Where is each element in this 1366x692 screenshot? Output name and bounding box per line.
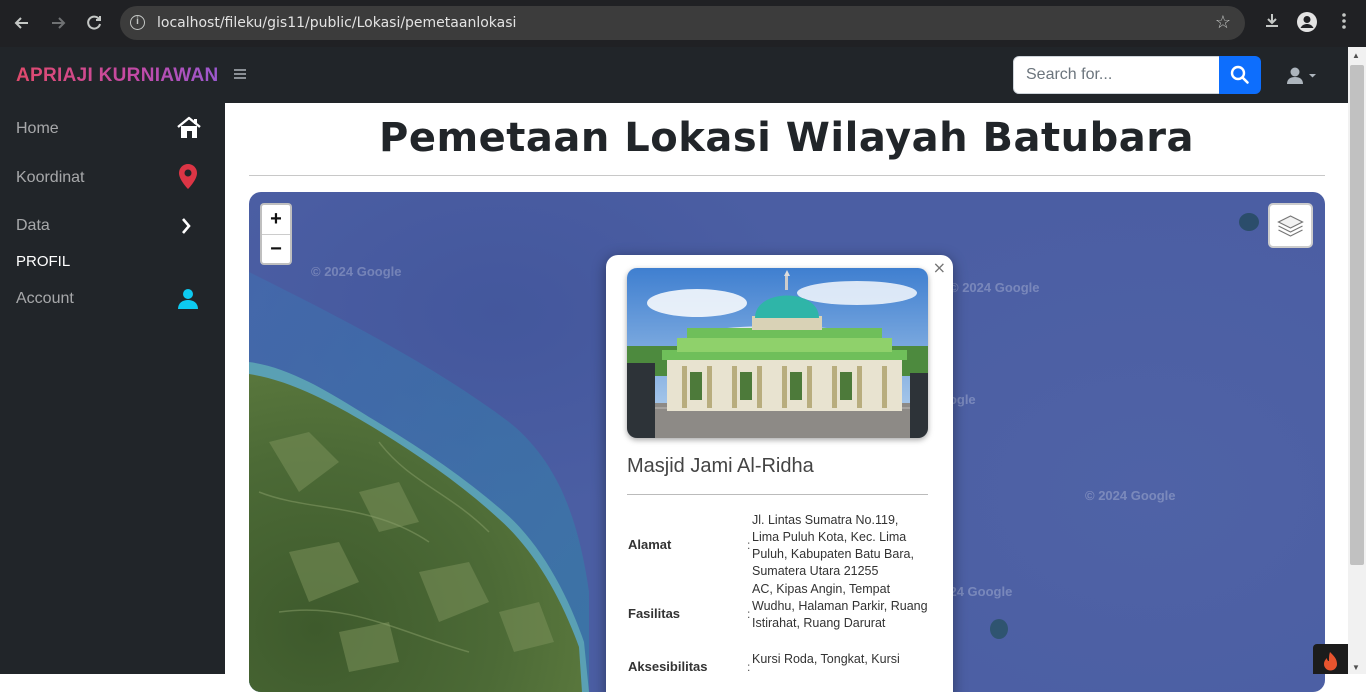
mosque-photo — [627, 268, 928, 438]
sidebar-toggle-icon[interactable] — [233, 66, 247, 86]
forward-arrow-icon[interactable] — [47, 12, 69, 34]
zoom-in-button[interactable]: + — [262, 205, 290, 234]
user-dropdown[interactable] — [1287, 66, 1321, 86]
debug-toolbar-toggle[interactable] — [1313, 644, 1348, 674]
brand-name[interactable]: APRIAJI KURNIAWAN — [16, 65, 219, 87]
bookmark-star-icon[interactable]: ☆ — [1215, 12, 1231, 33]
layers-control[interactable] — [1268, 203, 1313, 248]
address-bar[interactable]: i localhost/fileku/gis11/public/Lokasi/p… — [120, 6, 1245, 40]
sidebar-heading-profil: PROFIL — [16, 253, 71, 270]
info-colon: : — [747, 538, 751, 552]
sidebar-item-koordinat[interactable]: Koordinat — [16, 169, 85, 187]
sidebar-item-account[interactable]: Account — [16, 290, 74, 308]
download-icon[interactable] — [1260, 11, 1284, 36]
zoom-control: + − — [260, 203, 292, 265]
info-label: Aksesibilitas — [628, 659, 708, 674]
info-value: Jl. Lintas Sumatra No.119, Lima Puluh Ko… — [752, 513, 914, 578]
map-attribution: © 2024 Google — [311, 264, 402, 279]
info-label: Fasilitas — [628, 606, 681, 621]
map-container[interactable]: © 2024 Google © 2024 Google oogle © 2024… — [249, 192, 1325, 692]
map-pin-icon[interactable] — [175, 163, 201, 189]
info-label: Alamat — [628, 537, 672, 552]
popup-divider — [627, 494, 928, 495]
map-attribution: © 2024 Google — [949, 280, 1040, 295]
sidebar-item-home[interactable]: Home — [16, 120, 59, 138]
sidebar: Home Koordinat Data PROFIL Account — [0, 103, 225, 674]
user-icon — [1287, 67, 1316, 84]
sidebar-item-data[interactable]: Data — [16, 217, 50, 235]
close-icon[interactable]: × — [933, 258, 946, 277]
user-icon[interactable] — [175, 286, 201, 312]
info-colon: : — [747, 607, 751, 621]
title-divider — [249, 175, 1325, 176]
search-input[interactable] — [1013, 56, 1220, 94]
caret-down-icon — [1309, 74, 1316, 78]
scroll-up-arrow-icon[interactable]: ▲ — [1352, 51, 1360, 60]
page-title: Pemetaan Lokasi Wilayah Batubara — [379, 115, 1194, 161]
location-popup: × Masjid Jami Al-Ridha Alamat: Jl. Lint… — [606, 255, 953, 692]
info-value: Kursi Roda, Tongkat, Kursi — [752, 652, 900, 666]
page-scrollbar[interactable]: ▲ ▼ — [1348, 47, 1366, 674]
kebab-menu-icon[interactable] — [1332, 11, 1356, 36]
back-arrow-icon[interactable] — [11, 12, 33, 34]
main-content: Pemetaan Lokasi Wilayah Batubara © 2024 … — [225, 103, 1348, 692]
site-info-icon[interactable]: i — [130, 15, 145, 30]
zoom-out-button[interactable]: − — [262, 235, 290, 264]
popup-title: Masjid Jami Al-Ridha — [627, 455, 814, 477]
map-attribution: © 2024 Google — [1085, 488, 1176, 503]
chevron-right-icon[interactable] — [175, 213, 201, 239]
profile-icon[interactable] — [1295, 11, 1319, 38]
info-colon: : — [747, 660, 751, 674]
home-icon[interactable] — [175, 115, 201, 141]
url-text: localhost/fileku/gis11/public/Lokasi/pem… — [157, 15, 517, 31]
flame-icon — [1324, 652, 1337, 671]
info-value: AC, Kipas Angin, Tempat Wudhu, Halaman P… — [752, 582, 928, 630]
browser-toolbar: i localhost/fileku/gis11/public/Lokasi/p… — [0, 0, 1366, 47]
reload-icon[interactable] — [83, 12, 105, 34]
search-button[interactable] — [1219, 56, 1261, 94]
search-icon — [1230, 65, 1249, 84]
scroll-down-arrow-icon[interactable]: ▼ — [1352, 663, 1360, 672]
layers-icon — [1277, 215, 1304, 237]
search-group — [1013, 56, 1261, 94]
app-navbar: APRIAJI KURNIAWAN — [0, 47, 1348, 103]
scroll-thumb[interactable] — [1350, 65, 1364, 565]
